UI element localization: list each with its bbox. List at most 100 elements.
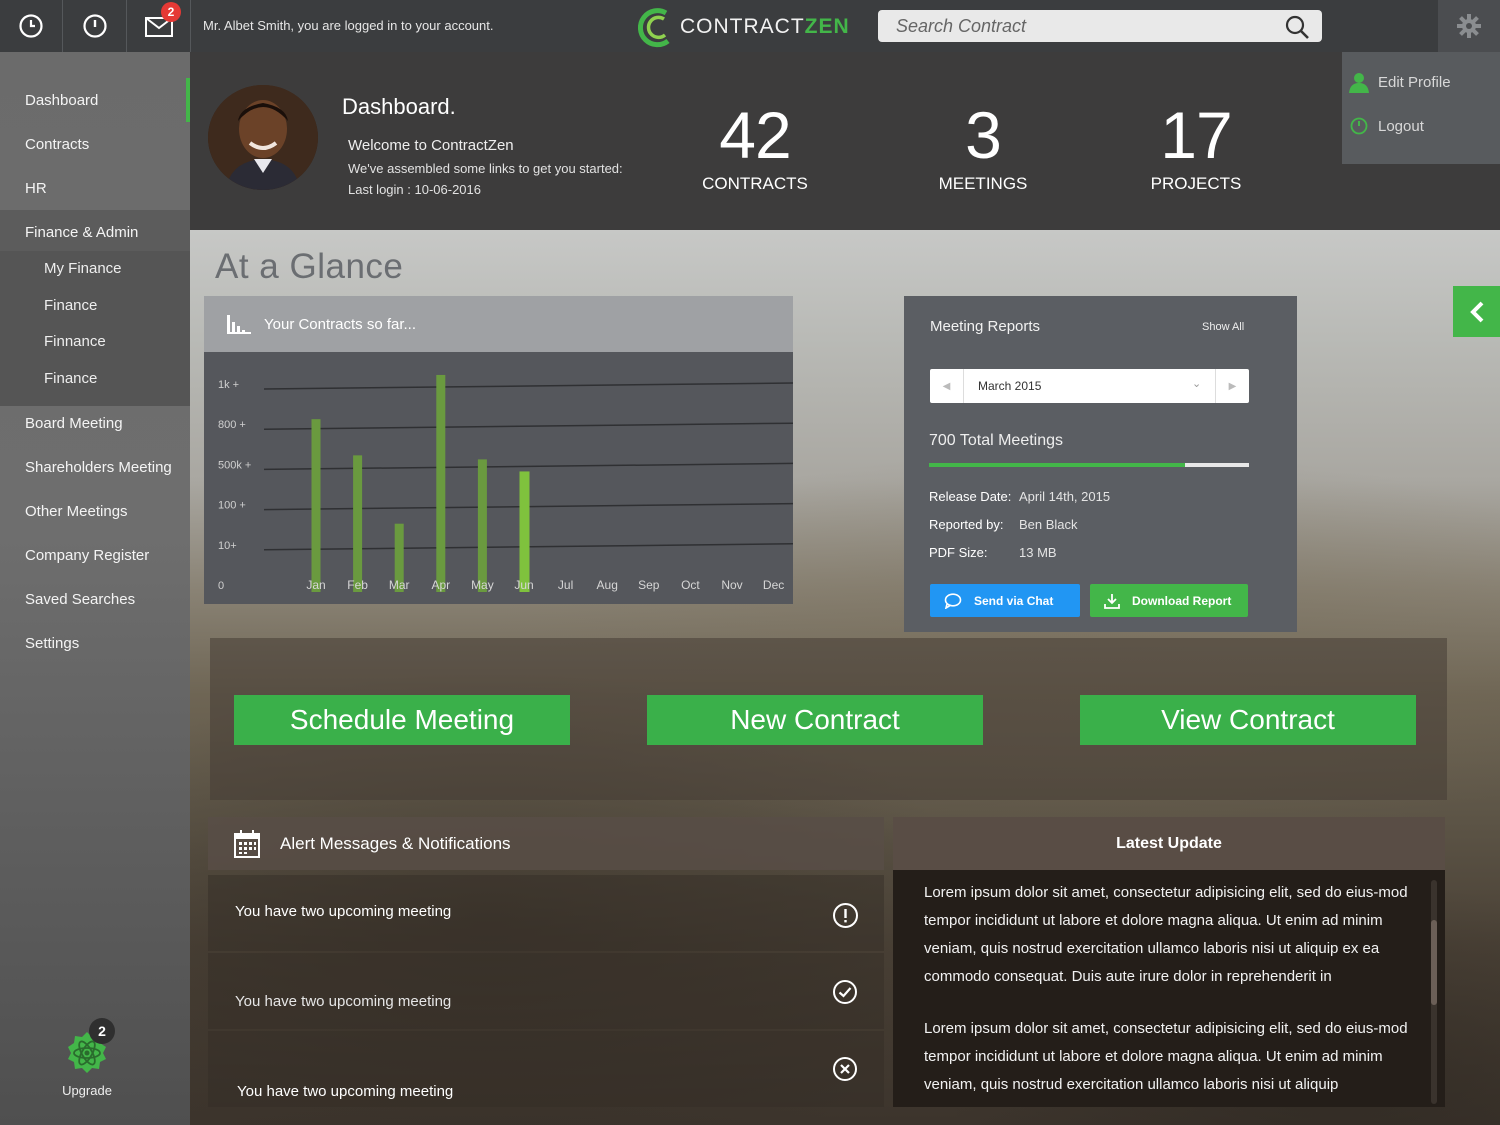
stat-contracts[interactable]: 42 CONTRACTS: [700, 102, 810, 194]
sidebar-item-board-meeting[interactable]: Board Meeting: [0, 401, 190, 445]
alert-icon[interactable]: [832, 902, 859, 929]
x-tick-label: Aug: [597, 578, 618, 592]
chart-bar-jan[interactable]: [311, 419, 321, 592]
sidebar-item-other-meetings[interactable]: Other Meetings: [0, 489, 190, 533]
bar-chart-icon: [227, 315, 251, 334]
pdf-size-label: PDF Size:: [929, 545, 988, 560]
stat-projects[interactable]: 17 PROJECTS: [1141, 102, 1251, 194]
stat-contracts-label: CONTRACTS: [702, 174, 808, 193]
stat-meetings-label: MEETINGS: [938, 174, 1028, 193]
latest-update-body: Lorem ipsum dolor sit amet, consectetur …: [924, 879, 1414, 1123]
close-icon[interactable]: [832, 1056, 858, 1082]
reported-by-label: Reported by:: [929, 517, 1004, 532]
show-all-link[interactable]: Show All: [1202, 321, 1244, 333]
chart-bar-apr[interactable]: [436, 374, 446, 592]
page-title: Dashboard.: [342, 94, 456, 119]
check-icon[interactable]: [832, 979, 858, 1005]
upgrade-button[interactable]: 2 Upgrade: [55, 1018, 119, 1098]
power-icon: [83, 14, 107, 38]
alert-row[interactable]: You have two upcoming meeting: [208, 1031, 884, 1107]
sidebar-subitem-finance[interactable]: Finance: [44, 297, 97, 314]
schedule-meeting-button[interactable]: Schedule Meeting: [234, 695, 570, 745]
release-date-label: Release Date:: [929, 489, 1012, 504]
settings-button[interactable]: [1438, 0, 1500, 52]
latest-scrollbar[interactable]: [1431, 880, 1437, 1104]
logo: CONTRACTZEN: [634, 4, 850, 50]
sidebar-subitem-my-finance[interactable]: My Finance: [44, 260, 122, 277]
search-input[interactable]: [878, 10, 1322, 42]
reported-by-value: Ben Black: [1019, 517, 1078, 532]
chart-bar-jun[interactable]: [519, 471, 530, 592]
power-button[interactable]: [64, 0, 127, 52]
pdf-size-value: 13 MB: [1019, 545, 1057, 560]
top-bar: 2 Mr. Albet Smith, you are logged in to …: [0, 0, 1500, 52]
glance-title: At a Glance: [215, 247, 404, 286]
meeting-reports-title: Meeting Reports: [930, 318, 1041, 335]
search-box: [878, 10, 1322, 42]
sidebar-item-dashboard[interactable]: Dashboard: [0, 78, 190, 122]
upgrade-badge: 2: [89, 1018, 115, 1044]
view-contract-button[interactable]: View Contract: [1080, 695, 1416, 745]
scrollbar-thumb[interactable]: [1431, 920, 1437, 1005]
stat-meetings[interactable]: 3 MEETINGS: [928, 102, 1038, 194]
send-via-chat-button[interactable]: Send via Chat: [930, 584, 1080, 617]
logout-link[interactable]: Logout: [1348, 114, 1424, 138]
month-next-button[interactable]: ▶: [1215, 369, 1249, 403]
chart-header: Your Contracts so far...: [204, 296, 793, 352]
logged-in-message: Mr. Albet Smith, you are logged in to yo…: [203, 18, 494, 33]
chevron-down-icon[interactable]: ⌄: [1192, 377, 1201, 390]
sidebar-item-settings[interactable]: Settings: [0, 621, 190, 665]
sidebar-item-company-register[interactable]: Company Register: [0, 533, 190, 577]
download-report-button[interactable]: Download Report: [1090, 584, 1248, 617]
x-tick-label: Jul: [558, 578, 573, 592]
month-value[interactable]: March 2015: [978, 379, 1041, 393]
alert-text: You have two upcoming meeting: [235, 903, 452, 920]
alert-row[interactable]: You have two upcoming meeting: [208, 875, 884, 951]
alert-row[interactable]: You have two upcoming meeting: [208, 953, 884, 1029]
new-contract-button[interactable]: New Contract: [647, 695, 983, 745]
profile-menu: Edit Profile Logout: [1342, 52, 1500, 164]
month-prev-button[interactable]: ◀: [930, 369, 964, 403]
gear-icon: [1457, 14, 1481, 38]
chat-icon: [944, 592, 962, 609]
avatar[interactable]: [208, 85, 318, 190]
sidebar-item-finance-admin[interactable]: Finance & Admin: [0, 210, 190, 254]
collapse-panel-button[interactable]: [1453, 286, 1500, 337]
download-report-label: Download Report: [1132, 593, 1232, 608]
y-tick-label: 1k +: [218, 379, 239, 391]
mail-button[interactable]: 2: [128, 0, 191, 52]
x-tick-label: Nov: [721, 578, 742, 592]
meetings-progress-fill: [929, 463, 1185, 467]
alert-text: You have two upcoming meeting: [237, 1083, 454, 1100]
logo-mark-icon: [637, 8, 670, 48]
x-tick-label: Jan: [306, 578, 325, 592]
logo-text-contract: CONTRACT: [680, 15, 805, 38]
month-selector: ◀ March 2015 ⌄ ▶: [930, 369, 1249, 403]
sidebar-item-hr[interactable]: HR: [0, 166, 190, 210]
chart-gridline: [263, 462, 793, 471]
sidebar-subitem-finance-2[interactable]: Finance: [44, 370, 97, 387]
latest-update-title: Latest Update: [893, 817, 1445, 870]
y-tick-label: 800 +: [218, 419, 246, 431]
chart-bar-may[interactable]: [477, 459, 487, 592]
sidebar-item-shareholders-meeting[interactable]: Shareholders Meeting: [0, 445, 190, 489]
power-small-icon: [1350, 117, 1368, 135]
search-icon[interactable]: [1284, 14, 1310, 40]
x-tick-label: Jun: [514, 578, 533, 592]
chart-bar-feb[interactable]: [353, 455, 363, 592]
last-login-text: Last login : 10-06-2016: [348, 182, 481, 197]
edit-profile-link[interactable]: Edit Profile: [1348, 70, 1451, 94]
avatar-portrait: [208, 85, 318, 190]
user-icon: [1349, 73, 1369, 93]
alerts-title: Alert Messages & Notifications: [280, 833, 511, 853]
clock-button[interactable]: [0, 0, 63, 52]
release-date-row: Release Date: April 14th, 2015: [929, 489, 1110, 504]
sidebar-item-contracts[interactable]: Contracts: [0, 122, 190, 166]
sidebar-subnav: My Finance Finance Finnance Finance: [0, 251, 190, 406]
release-date-value: April 14th, 2015: [1019, 489, 1111, 504]
stat-projects-label: PROJECTS: [1150, 174, 1242, 193]
calendar-icon: [234, 829, 260, 858]
stat-meetings-value: 3: [965, 98, 1002, 172]
sidebar-subitem-finnance[interactable]: Finnance: [44, 333, 106, 350]
sidebar-item-saved-searches[interactable]: Saved Searches: [0, 577, 190, 621]
